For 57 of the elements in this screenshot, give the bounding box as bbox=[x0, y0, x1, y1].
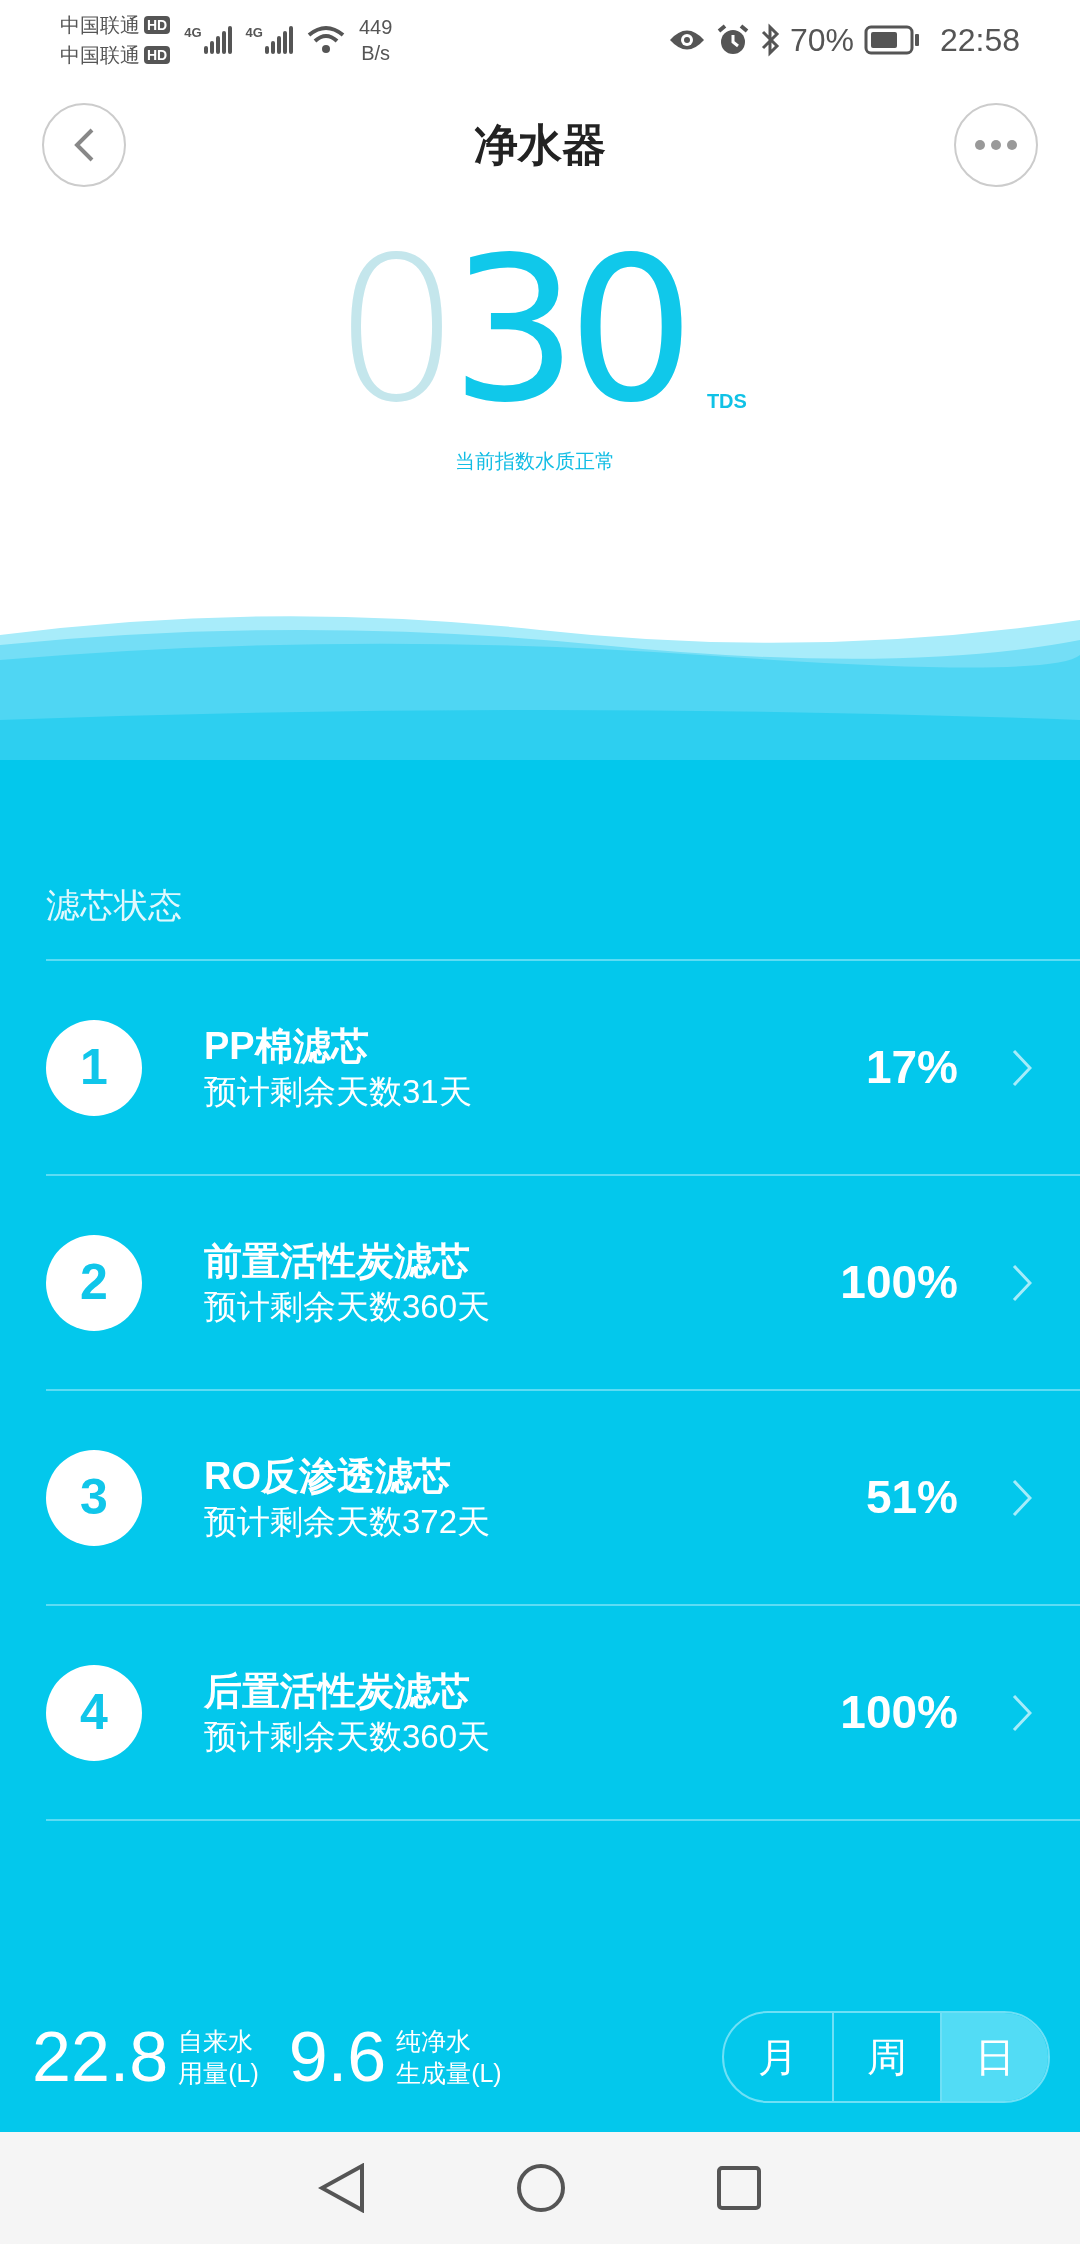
water-quality-caption: 当前指数水质正常 bbox=[455, 449, 615, 474]
hd-badge: HD bbox=[144, 46, 171, 64]
wifi-icon bbox=[306, 25, 345, 55]
tds-unit: TDS bbox=[706, 389, 747, 414]
filter-name: 前置活性炭滤芯 bbox=[204, 1238, 471, 1284]
filter-row[interactable]: 4 后置活性炭滤芯 预计剩余天数360天 100% bbox=[46, 1606, 1080, 1821]
back-nav-icon[interactable] bbox=[318, 2163, 366, 2213]
battery-icon bbox=[863, 25, 920, 55]
usage-value: 22.8 bbox=[32, 2022, 169, 2092]
filter-name: RO反渗透滤芯 bbox=[204, 1453, 452, 1499]
remaining-days: 预计剩余天数360天 bbox=[204, 1714, 841, 1759]
carrier-name: 中国联通 bbox=[60, 43, 140, 68]
usage-value: 9.6 bbox=[288, 2022, 387, 2092]
filter-number-badge: 3 bbox=[46, 1449, 142, 1546]
period-tab[interactable]: 日 bbox=[940, 2013, 1048, 2101]
tds-leading-digit: 0 bbox=[333, 240, 451, 420]
filter-name: PP棉滤芯 bbox=[204, 1023, 370, 1069]
filter-percent: 51% bbox=[865, 1470, 958, 1525]
remaining-days: 预计剩余天数360天 bbox=[204, 1284, 841, 1329]
back-button[interactable] bbox=[42, 103, 126, 187]
bluetooth-icon bbox=[759, 23, 780, 57]
more-button[interactable] bbox=[954, 103, 1038, 187]
chevron-right-icon bbox=[1012, 1263, 1032, 1302]
page-title: 净水器 bbox=[474, 119, 606, 171]
clock-time: 22:58 bbox=[939, 21, 1020, 60]
remaining-days: 预计剩余天数372天 bbox=[204, 1499, 866, 1544]
network-speed: 449 bbox=[358, 15, 393, 40]
usage-label: 用量(L) bbox=[178, 2058, 259, 2089]
battery-percent: 70% bbox=[789, 21, 854, 60]
chevron-right-icon bbox=[1012, 1048, 1032, 1087]
carrier-name: 中国联通 bbox=[60, 13, 140, 38]
filter-number-badge: 1 bbox=[46, 1019, 142, 1116]
filter-number-badge: 4 bbox=[46, 1664, 142, 1761]
filter-number-badge: 2 bbox=[46, 1234, 142, 1331]
recents-nav-icon[interactable] bbox=[716, 2165, 762, 2211]
filter-percent: 17% bbox=[865, 1040, 958, 1095]
section-title: 滤芯状态 bbox=[45, 885, 183, 926]
filter-percent: 100% bbox=[840, 1255, 958, 1310]
chevron-right-icon bbox=[1012, 1478, 1032, 1517]
filter-row[interactable]: 1 PP棉滤芯 预计剩余天数31天 17% bbox=[46, 961, 1080, 1176]
filter-row[interactable]: 2 前置活性炭滤芯 预计剩余天数360天 100% bbox=[46, 1176, 1080, 1391]
tds-value: 30 bbox=[450, 240, 685, 420]
home-nav-icon[interactable] bbox=[516, 2163, 566, 2213]
chevron-right-icon bbox=[1012, 1693, 1032, 1732]
hd-badge: HD bbox=[144, 16, 171, 34]
usage-label: 生成量(L) bbox=[396, 2058, 502, 2089]
filter-row[interactable]: 3 RO反渗透滤芯 预计剩余天数372天 51% bbox=[46, 1391, 1080, 1606]
usage-label: 纯净水 bbox=[396, 2026, 473, 2057]
filter-name: 后置活性炭滤芯 bbox=[204, 1668, 471, 1714]
period-tab[interactable]: 月 bbox=[724, 2013, 832, 2101]
remaining-days: 预计剩余天数31天 bbox=[204, 1069, 866, 1114]
alarm-icon bbox=[715, 23, 750, 57]
filter-percent: 100% bbox=[840, 1685, 958, 1740]
back-icon bbox=[73, 127, 95, 163]
usage-label: 自来水 bbox=[178, 2026, 255, 2057]
speed-unit: B/s bbox=[361, 41, 391, 66]
more-icon bbox=[974, 139, 1018, 151]
